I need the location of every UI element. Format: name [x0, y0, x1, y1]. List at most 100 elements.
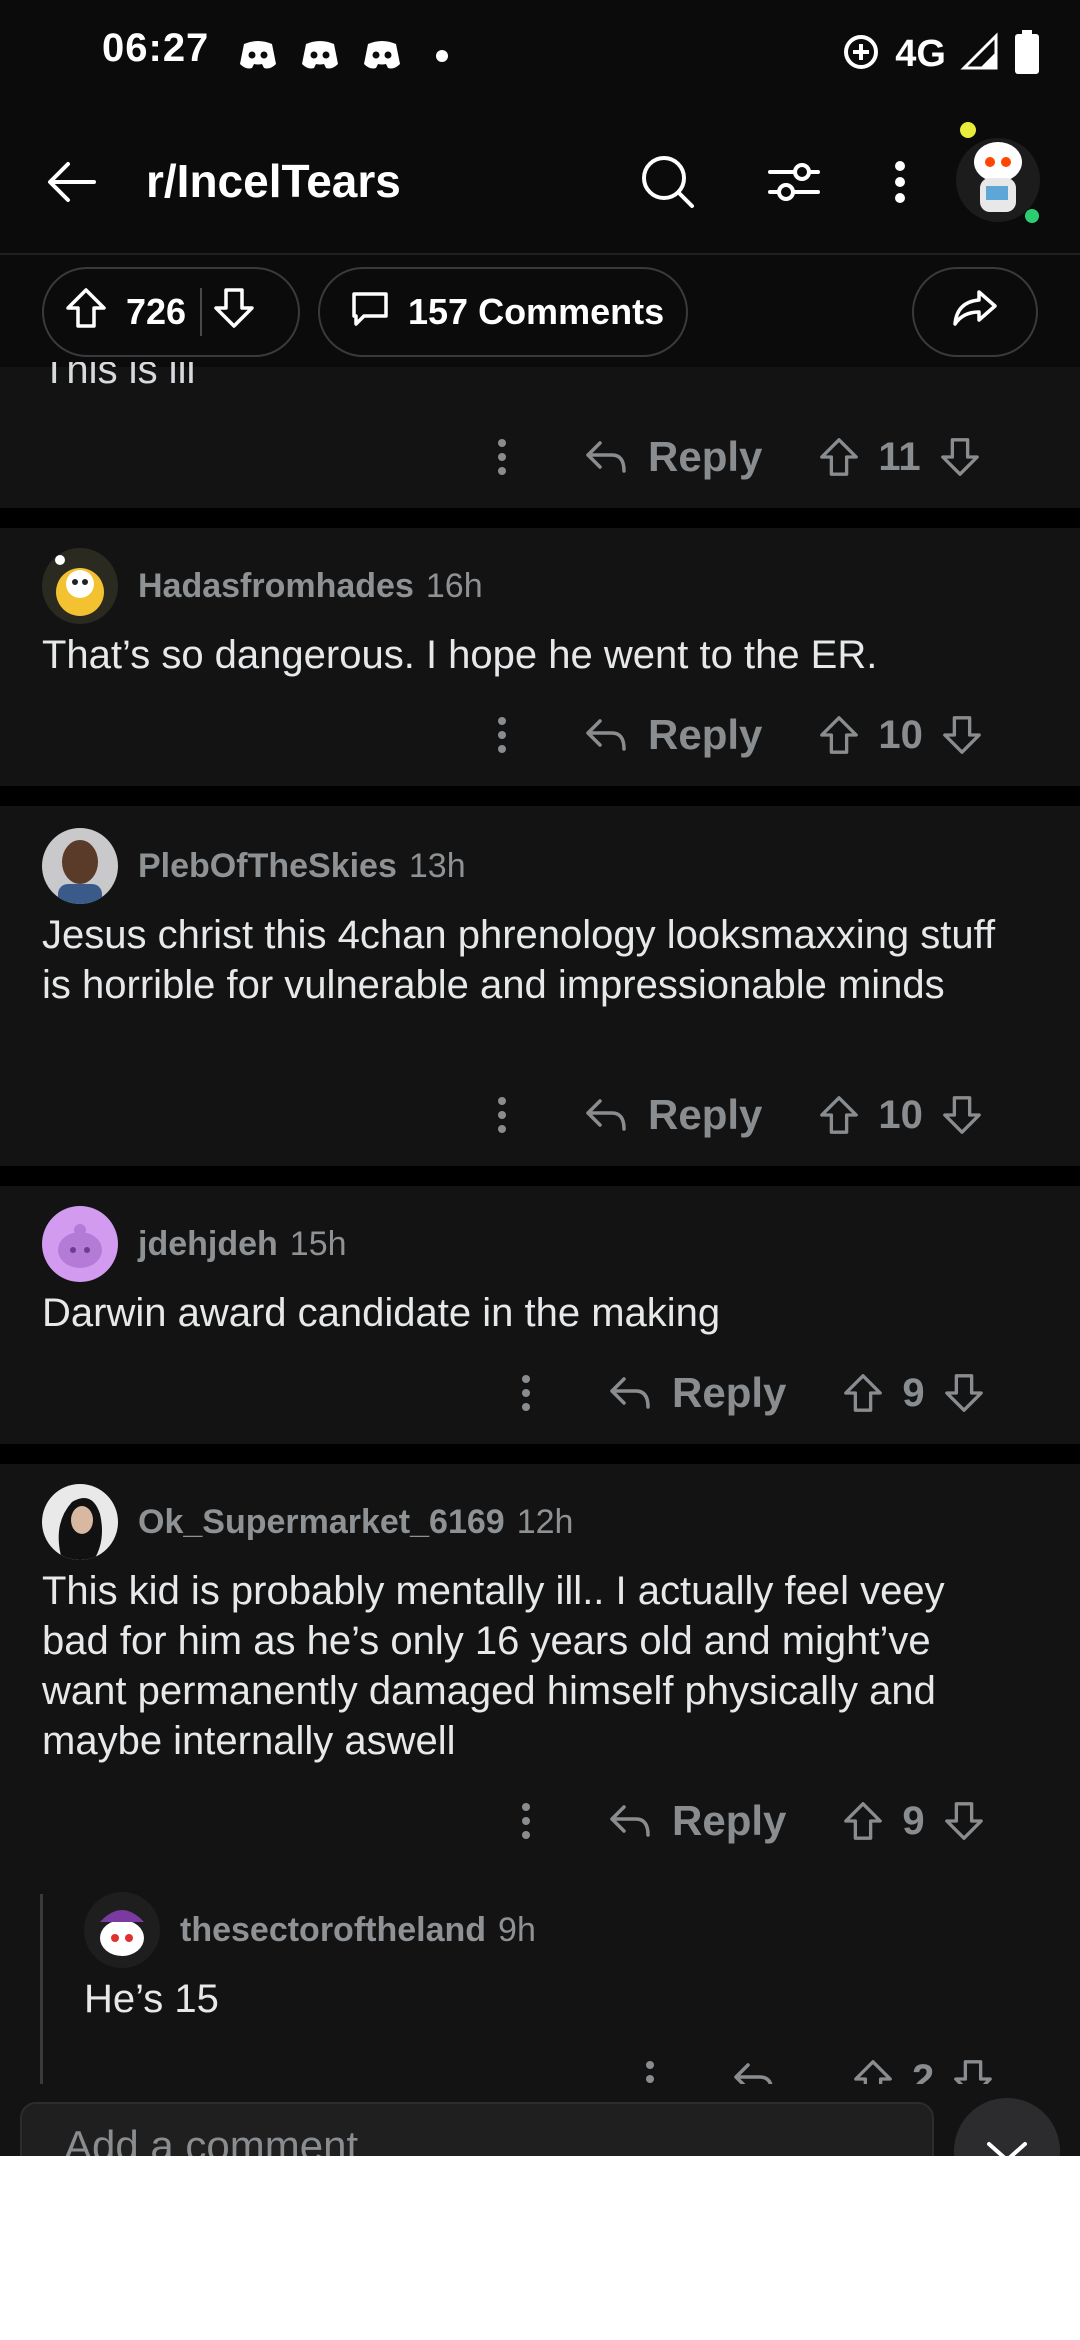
collapse-button[interactable]: [954, 2098, 1060, 2156]
comment-score: 9: [902, 1798, 925, 1843]
comment-actions: Reply 11: [482, 422, 985, 492]
reply-button[interactable]: Reply: [584, 433, 762, 481]
comment-body: Jesus christ this 4chan phrenology looks…: [42, 913, 996, 1007]
discord-icon: [300, 38, 340, 72]
more-vertical-icon[interactable]: [482, 1085, 522, 1145]
reply-label: Reply: [648, 433, 763, 480]
comment-time: 9h: [498, 1910, 536, 1949]
comment-header: jdehjdeh 15h: [42, 1206, 347, 1282]
comment-username[interactable]: PlebOfTheSkies: [138, 847, 397, 886]
comment-header: Hadasfromhades 16h: [42, 548, 483, 624]
post-action-bar: 726 157 Comments: [0, 255, 1080, 367]
comment-username[interactable]: Hadasfromhades: [138, 567, 414, 606]
upvote-icon[interactable]: [814, 1090, 864, 1140]
avatar[interactable]: [84, 1892, 160, 1968]
comment-divider: [0, 508, 1080, 528]
comment-username[interactable]: jdehjdeh: [138, 1225, 278, 1264]
more-vertical-icon[interactable]: [506, 1363, 546, 1423]
status-time: 06:27: [102, 26, 210, 70]
downvote-icon[interactable]: [212, 286, 256, 339]
avatar[interactable]: [950, 116, 1046, 228]
downvote-icon[interactable]: [939, 1796, 989, 1846]
reply-arrow-icon: [586, 441, 626, 473]
add-comment-placeholder: Add a comment: [64, 2122, 359, 2156]
notification-dot-icon: [436, 50, 448, 62]
signal-icon: [960, 31, 1000, 77]
upvote-icon[interactable]: [814, 432, 864, 482]
reddit-app-screen: 06:27 4G r/IncelTears 726 157 Comments T…: [0, 0, 1080, 2156]
comment-time: 12h: [516, 1502, 574, 1541]
data-saver-icon: [841, 32, 881, 77]
reply-button[interactable]: Reply: [584, 1091, 762, 1139]
upvote-icon[interactable]: [838, 1796, 888, 1846]
downvote-icon[interactable]: [937, 710, 987, 760]
more-vertical-icon[interactable]: [482, 705, 522, 765]
vote-control: 726: [42, 267, 300, 357]
comment-body: Darwin award candidate in the making: [42, 1291, 721, 1335]
more-vertical-icon[interactable]: [506, 1791, 546, 1851]
page-title[interactable]: r/IncelTears: [146, 154, 401, 208]
downvote-icon[interactable]: [948, 2054, 998, 2084]
comments-count-label: 157 Comments: [408, 291, 665, 332]
downvote-icon[interactable]: [937, 1090, 987, 1140]
avatar[interactable]: [42, 1206, 118, 1282]
reply-label: Reply: [648, 711, 763, 758]
reply-label: Reply: [648, 1091, 763, 1138]
post-score: 726: [126, 291, 187, 332]
share-button[interactable]: [912, 267, 1038, 357]
reply-arrow-icon: [610, 1377, 650, 1409]
comment-score: 10: [878, 712, 923, 757]
comment-time: 13h: [408, 846, 466, 885]
comment-score: 10: [878, 1092, 923, 1137]
upvote-icon[interactable]: [838, 1368, 888, 1418]
battery-icon: [1014, 29, 1040, 79]
more-vertical-icon[interactable]: [482, 427, 522, 487]
comment-body: This kid is probably mentally ill.. I ac…: [42, 1569, 945, 1763]
comment-actions: Reply 9: [506, 1358, 989, 1428]
upvote-icon[interactable]: [848, 2054, 898, 2084]
comment-bubble-icon: [348, 286, 392, 339]
reply-button[interactable]: Reply: [608, 1797, 786, 1845]
avatar[interactable]: [42, 828, 118, 904]
comment-username[interactable]: Ok_Supermarket_6169: [138, 1503, 505, 1542]
comment-divider: [0, 1166, 1080, 1186]
comment-header: Ok_Supermarket_6169 12h: [42, 1484, 573, 1560]
comment-divider: [0, 786, 1080, 806]
more-vertical-icon[interactable]: [862, 144, 938, 220]
downvote-icon[interactable]: [939, 1368, 989, 1418]
comment-score: 2: [912, 2056, 935, 2085]
upvote-icon[interactable]: [814, 710, 864, 760]
downvote-icon[interactable]: [935, 432, 985, 482]
comment-header: PlebOfTheSkies 13h: [42, 828, 466, 904]
reply-button[interactable]: [732, 2061, 796, 2084]
reply-button[interactable]: Reply: [608, 1369, 786, 1417]
discord-icon: [362, 38, 402, 72]
app-bar: r/IncelTears: [0, 110, 1080, 255]
upvote-icon[interactable]: [64, 286, 108, 339]
comment-actions: Reply 10: [482, 1080, 987, 1150]
reply-arrow-icon: [586, 719, 626, 751]
comment-divider: [0, 1444, 1080, 1464]
search-icon[interactable]: [630, 144, 706, 220]
network-type: 4G: [895, 32, 946, 75]
reply-label: Reply: [672, 1369, 787, 1416]
filter-icon[interactable]: [756, 144, 832, 220]
reply-arrow-icon: [586, 1099, 626, 1131]
avatar[interactable]: [42, 1484, 118, 1560]
discord-icon: [238, 38, 278, 72]
comment-score: 9: [902, 1370, 925, 1415]
more-vertical-icon[interactable]: [630, 2049, 670, 2084]
comments-button[interactable]: 157 Comments: [318, 267, 688, 357]
add-comment-field[interactable]: Add a comment: [20, 2102, 934, 2156]
share-icon: [951, 286, 999, 339]
comment-actions: Reply 10: [482, 700, 987, 770]
comment-username[interactable]: thesectoroftheland: [180, 1911, 486, 1950]
reply-arrow-icon: [734, 2063, 773, 2084]
avatar[interactable]: [42, 548, 118, 624]
reply-label: Reply: [672, 1797, 787, 1844]
reply-arrow-icon: [610, 1805, 650, 1837]
back-arrow-icon[interactable]: [40, 150, 104, 214]
vote-divider: [200, 288, 203, 336]
reply-button[interactable]: Reply: [584, 711, 762, 759]
chevron-down-icon: [983, 2138, 1031, 2156]
